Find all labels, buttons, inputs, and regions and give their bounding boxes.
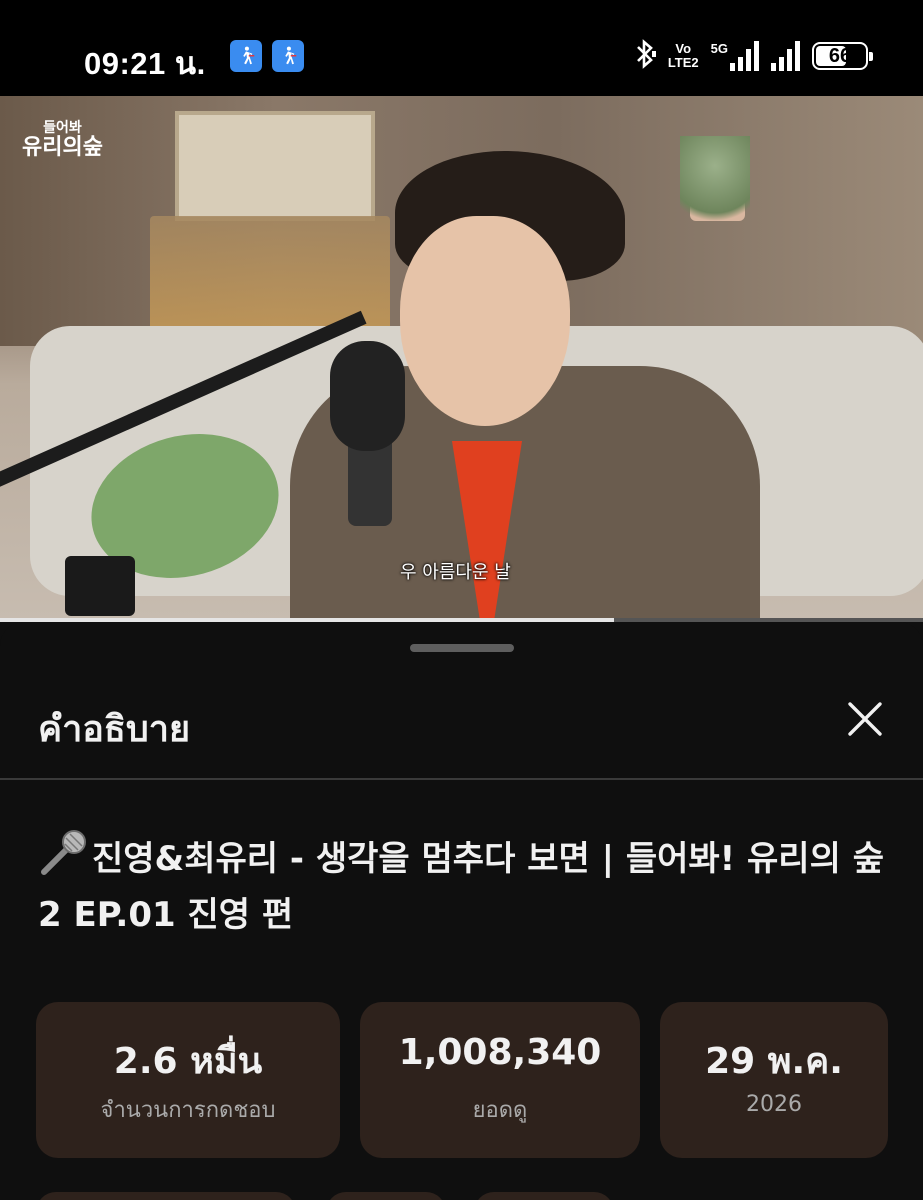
- close-icon: [848, 702, 882, 736]
- views-count: 1,008,340: [398, 1032, 602, 1073]
- status-time: 09:21 น.: [84, 46, 206, 81]
- likes-label: จำนวนการกดชอบ: [100, 1098, 276, 1123]
- upload-date: 29 พ.ค.: [705, 1041, 843, 1082]
- divider: [0, 778, 923, 780]
- show-logo: 들어봐 유리의숲: [22, 120, 103, 160]
- signal-strength-icon: [771, 41, 800, 71]
- chip[interactable]: [474, 1192, 614, 1200]
- signal-5g-icon: 5G: [711, 41, 759, 71]
- drag-handle[interactable]: [410, 644, 514, 652]
- microphone-image: [330, 341, 405, 451]
- walking-activity-icon: [272, 40, 304, 72]
- video-title: 진영&최유리 - 생각을 멈추다 보면 | 들어봐! 유리의 숲2 EP.01 …: [38, 830, 898, 943]
- walking-activity-icon: [230, 40, 262, 72]
- likes-count: 2.6 หมื่น: [113, 1041, 263, 1082]
- video-caption: 우 아름다운 날: [400, 562, 511, 583]
- views-stat: 1,008,340 ยอดดู: [360, 1002, 640, 1158]
- status-bar: 09:21 น. Vo LTE2 5G 66: [0, 0, 923, 96]
- video-player[interactable]: 들어봐 유리의숲 우 아름다운 날: [0, 96, 923, 620]
- upload-year: 2026: [746, 1092, 802, 1117]
- microphone-icon: [41, 830, 86, 875]
- volte-indicator: Vo LTE2: [667, 41, 699, 70]
- close-button[interactable]: [840, 694, 890, 744]
- upload-date-stat: 29 พ.ค. 2026: [660, 1002, 888, 1158]
- bluetooth-icon: [634, 38, 656, 74]
- chip[interactable]: [326, 1192, 446, 1200]
- likes-stat: 2.6 หมื่น จำนวนการกดชอบ: [36, 1002, 340, 1158]
- battery-level: 66: [828, 44, 852, 67]
- chip[interactable]: [36, 1192, 296, 1200]
- battery-icon: 66: [812, 42, 873, 70]
- description-panel: คำอธิบาย 진영&최유리 - 생각을 멈추다 보면 | 들어봐! 유리의 …: [0, 622, 923, 1200]
- views-label: ยอดดู: [472, 1098, 528, 1123]
- panel-title: คำอธิบาย: [38, 709, 191, 750]
